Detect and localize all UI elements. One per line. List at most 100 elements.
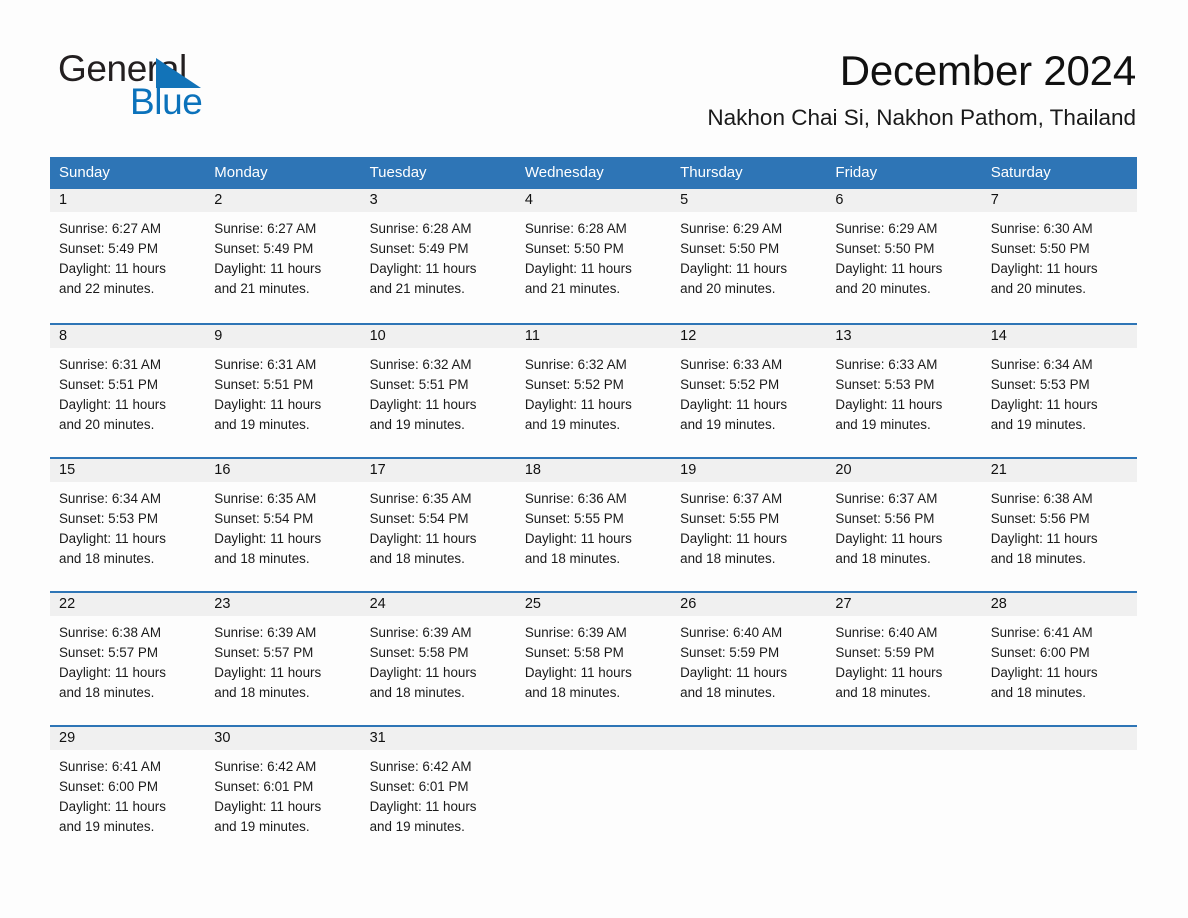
daylight-text-line2: and 22 minutes. [59, 281, 155, 296]
daylight-text-line1: Daylight: 11 hours [59, 799, 166, 814]
calendar-day-cell[interactable]: 12 Sunrise: 6:33 AM Sunset: 5:52 PM Dayl… [671, 325, 827, 457]
sunrise-text: Sunrise: 6:35 AM [369, 491, 472, 506]
day-details: Sunrise: 6:31 AM Sunset: 5:51 PM Dayligh… [50, 348, 205, 435]
day-number: 12 [680, 328, 697, 344]
calendar-day-cell[interactable]: 19 Sunrise: 6:37 AM Sunset: 5:55 PM Dayl… [671, 459, 827, 591]
daylight-text-line2: and 19 minutes. [835, 417, 931, 432]
sunset-text: Sunset: 5:53 PM [59, 511, 158, 526]
day-details: Sunrise: 6:32 AM Sunset: 5:51 PM Dayligh… [361, 348, 516, 435]
calendar-day-cell[interactable]: 17 Sunrise: 6:35 AM Sunset: 5:54 PM Dayl… [360, 459, 516, 591]
calendar-day-cell[interactable]: 28 Sunrise: 6:41 AM Sunset: 6:00 PM Dayl… [981, 593, 1137, 725]
daylight-text-line2: and 19 minutes. [524, 417, 621, 432]
sunset-text: Sunset: 5:51 PM [369, 377, 469, 392]
day-number-band: 28 [981, 593, 1137, 616]
page-subtitle: Nakhon Chai Si, Nakhon Pathom, Thailand [707, 105, 1136, 130]
sunrise-text: Sunrise: 6:40 AM [680, 625, 783, 640]
calendar-day-cell[interactable]: 31 Sunrise: 6:42 AM Sunset: 6:01 PM Dayl… [360, 727, 516, 845]
sunset-text: Sunset: 5:52 PM [680, 377, 780, 392]
calendar-day-cell[interactable]: 15 Sunrise: 6:34 AM Sunset: 5:53 PM Dayl… [50, 459, 206, 591]
day-details: Sunrise: 6:27 AM Sunset: 5:49 PM Dayligh… [205, 212, 360, 299]
sunset-text: Sunset: 5:49 PM [214, 241, 314, 256]
calendar-day-cell[interactable]: 30 Sunrise: 6:42 AM Sunset: 6:01 PM Dayl… [205, 727, 361, 845]
daylight-text-line1: Daylight: 11 hours [369, 531, 477, 546]
daylight-text-line2: and 19 minutes. [59, 819, 155, 834]
calendar-day-cell[interactable]: 23 Sunrise: 6:39 AM Sunset: 5:57 PM Dayl… [205, 593, 361, 725]
calendar-grid: Sunday Monday Tuesday Wednesday Thursday… [50, 157, 1137, 845]
calendar-day-cell[interactable]: 20 Sunrise: 6:37 AM Sunset: 5:56 PM Dayl… [826, 459, 982, 591]
daylight-text-line1: Daylight: 11 hours [369, 261, 477, 276]
calendar-day-cell[interactable]: 21 Sunrise: 6:38 AM Sunset: 5:56 PM Dayl… [981, 459, 1137, 591]
sunset-text: Sunset: 5:57 PM [59, 645, 158, 660]
day-details: Sunrise: 6:30 AM Sunset: 5:50 PM Dayligh… [982, 212, 1137, 299]
brand-logo[interactable]: General Blue [58, 50, 378, 120]
day-details: Sunrise: 6:42 AM Sunset: 6:01 PM Dayligh… [361, 750, 516, 837]
day-number: 1 [59, 192, 68, 208]
calendar-day-cell[interactable]: 24 Sunrise: 6:39 AM Sunset: 5:58 PM Dayl… [360, 593, 516, 725]
sunset-text: Sunset: 6:01 PM [214, 779, 314, 794]
calendar-day-cell[interactable]: 4 Sunrise: 6:28 AM Sunset: 5:50 PM Dayli… [515, 189, 672, 323]
calendar-day-cell[interactable]: 27 Sunrise: 6:40 AM Sunset: 5:59 PM Dayl… [826, 593, 982, 725]
sunrise-text: Sunrise: 6:31 AM [59, 357, 161, 372]
calendar-day-cell[interactable]: 5 Sunrise: 6:29 AM Sunset: 5:50 PM Dayli… [671, 189, 827, 323]
weekday-header-saturday: Saturday [990, 164, 1051, 181]
day-number-band: 31 [360, 727, 516, 750]
day-number: 31 [369, 730, 386, 746]
calendar-day-cell[interactable]: 18 Sunrise: 6:36 AM Sunset: 5:55 PM Dayl… [515, 459, 672, 591]
day-number-band: 3 [360, 189, 516, 212]
day-number-band: 26 [671, 593, 827, 616]
calendar-day-cell[interactable]: 29 Sunrise: 6:41 AM Sunset: 6:00 PM Dayl… [50, 727, 206, 845]
daylight-text-line1: Daylight: 11 hours [369, 799, 477, 814]
day-number-band: 19 [671, 459, 827, 482]
calendar-day-cell[interactable]: 13 Sunrise: 6:33 AM Sunset: 5:53 PM Dayl… [826, 325, 982, 457]
daylight-text-line1: Daylight: 11 hours [369, 665, 477, 680]
day-number-band: 11 [515, 325, 672, 348]
sunset-text: Sunset: 5:53 PM [835, 377, 935, 392]
weekday-header-wednesday: Wednesday [524, 164, 604, 181]
calendar-day-cell[interactable]: 11 Sunrise: 6:32 AM Sunset: 5:52 PM Dayl… [515, 325, 672, 457]
calendar-day-cell[interactable]: 1 Sunrise: 6:27 AM Sunset: 5:49 PM Dayli… [50, 189, 206, 323]
sunset-text: Sunset: 5:59 PM [835, 645, 935, 660]
day-number-band: 17 [360, 459, 516, 482]
day-number: 6 [835, 192, 844, 208]
day-details: Sunrise: 6:35 AM Sunset: 5:54 PM Dayligh… [361, 482, 516, 569]
calendar-day-cell[interactable]: 10 Sunrise: 6:32 AM Sunset: 5:51 PM Dayl… [360, 325, 516, 457]
day-number-band: 30 [205, 727, 361, 750]
calendar-day-cell[interactable]: 25 Sunrise: 6:39 AM Sunset: 5:58 PM Dayl… [515, 593, 672, 725]
sunrise-text: Sunrise: 6:31 AM [214, 357, 317, 372]
sunrise-text: Sunrise: 6:37 AM [835, 491, 938, 506]
day-number: 10 [369, 328, 386, 344]
sunrise-text: Sunrise: 6:38 AM [990, 491, 1093, 506]
calendar-day-cell[interactable]: 14 Sunrise: 6:34 AM Sunset: 5:53 PM Dayl… [981, 325, 1137, 457]
calendar-day-cell-empty [826, 727, 982, 845]
sunrise-text: Sunrise: 6:27 AM [214, 221, 317, 236]
daylight-text-line1: Daylight: 11 hours [214, 261, 322, 276]
day-details: Sunrise: 6:39 AM Sunset: 5:57 PM Dayligh… [205, 616, 360, 703]
day-details: Sunrise: 6:40 AM Sunset: 5:59 PM Dayligh… [826, 616, 981, 703]
calendar-day-cell[interactable]: 7 Sunrise: 6:30 AM Sunset: 5:50 PM Dayli… [981, 189, 1137, 323]
calendar-day-cell[interactable]: 8 Sunrise: 6:31 AM Sunset: 5:51 PM Dayli… [50, 325, 206, 457]
calendar-day-cell[interactable]: 9 Sunrise: 6:31 AM Sunset: 5:51 PM Dayli… [205, 325, 361, 457]
daylight-text-line1: Daylight: 11 hours [680, 261, 788, 276]
day-details: Sunrise: 6:37 AM Sunset: 5:55 PM Dayligh… [671, 482, 826, 569]
day-number: 19 [680, 462, 697, 478]
sunset-text: Sunset: 5:58 PM [524, 645, 624, 660]
calendar-day-cell[interactable]: 3 Sunrise: 6:28 AM Sunset: 5:49 PM Dayli… [360, 189, 516, 323]
day-number: 20 [835, 462, 852, 478]
day-number: 5 [680, 192, 689, 208]
daylight-text-line1: Daylight: 11 hours [835, 665, 943, 680]
weekday-header-tuesday: Tuesday [369, 164, 427, 181]
day-details: Sunrise: 6:39 AM Sunset: 5:58 PM Dayligh… [361, 616, 516, 703]
sunrise-text: Sunrise: 6:30 AM [990, 221, 1093, 236]
calendar-day-cell[interactable]: 6 Sunrise: 6:29 AM Sunset: 5:50 PM Dayli… [826, 189, 982, 323]
day-number [826, 730, 835, 746]
day-number-band: 14 [981, 325, 1137, 348]
daylight-text-line2: and 18 minutes. [680, 551, 776, 566]
sunrise-text: Sunrise: 6:29 AM [680, 221, 783, 236]
calendar-day-cell[interactable]: 16 Sunrise: 6:35 AM Sunset: 5:54 PM Dayl… [205, 459, 361, 591]
calendar-day-cell[interactable]: 2 Sunrise: 6:27 AM Sunset: 5:49 PM Dayli… [205, 189, 361, 323]
calendar-day-cell[interactable]: 26 Sunrise: 6:40 AM Sunset: 5:59 PM Dayl… [671, 593, 827, 725]
calendar-day-cell[interactable]: 22 Sunrise: 6:38 AM Sunset: 5:57 PM Dayl… [50, 593, 206, 725]
daylight-text-line1: Daylight: 11 hours [990, 531, 1098, 546]
day-number-band: 24 [360, 593, 516, 616]
sunrise-text: Sunrise: 6:38 AM [59, 625, 161, 640]
